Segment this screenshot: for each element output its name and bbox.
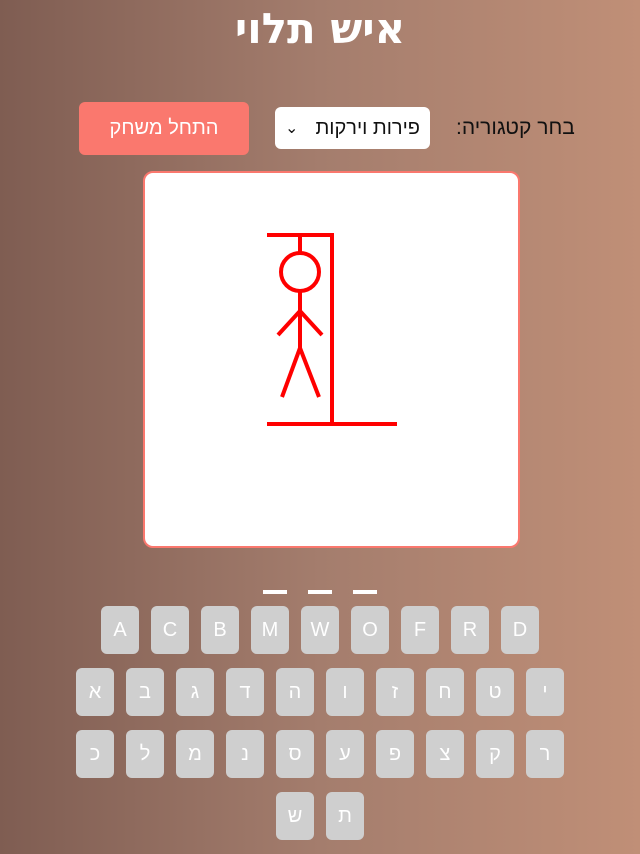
letter-key[interactable]: C	[151, 606, 189, 654]
hangman-left-leg	[280, 347, 302, 398]
hangman-board	[143, 171, 520, 548]
letter-key[interactable]: ד	[226, 668, 264, 716]
letter-key[interactable]: ס	[276, 730, 314, 778]
word-slot	[308, 590, 332, 594]
letter-key[interactable]: O	[351, 606, 389, 654]
start-game-button[interactable]: התחל משחק	[79, 102, 249, 155]
keyboard-row: אבגדהוזחטי	[0, 668, 640, 716]
hangman-head	[279, 251, 321, 293]
letter-key[interactable]: ג	[176, 668, 214, 716]
letter-key[interactable]: ט	[476, 668, 514, 716]
word-slot	[263, 590, 287, 594]
letter-key[interactable]: ר	[526, 730, 564, 778]
letter-key[interactable]: B	[201, 606, 239, 654]
letter-key[interactable]: ע	[326, 730, 364, 778]
hangman-left-arm	[276, 309, 302, 337]
page-title: איש תלוי	[234, 4, 406, 53]
chevron-down-icon: ⌄	[285, 120, 299, 137]
controls-bar: התחל משחק פירות וירקות ⌄ בחר קטגוריה:	[79, 102, 599, 155]
category-label: בחר קטגוריה:	[456, 116, 575, 139]
category-select-value: פירות וירקות	[315, 116, 420, 139]
word-slots	[0, 590, 640, 596]
hangman-right-arm	[298, 309, 324, 337]
letter-key[interactable]: ש	[276, 792, 314, 840]
letter-key[interactable]: י	[526, 668, 564, 716]
letter-key[interactable]: R	[451, 606, 489, 654]
letter-key[interactable]: כ	[76, 730, 114, 778]
letter-key[interactable]: ק	[476, 730, 514, 778]
letter-key[interactable]: א	[76, 668, 114, 716]
category-select[interactable]: פירות וירקות ⌄	[275, 107, 430, 149]
letter-key[interactable]: F	[401, 606, 439, 654]
letter-key[interactable]: נ	[226, 730, 264, 778]
letter-key[interactable]: ת	[326, 792, 364, 840]
hangman-drawing	[267, 233, 397, 426]
letter-key[interactable]: ב	[126, 668, 164, 716]
letter-key[interactable]: ו	[326, 668, 364, 716]
letter-key[interactable]: D	[501, 606, 539, 654]
letter-key[interactable]: ל	[126, 730, 164, 778]
letter-keyboard: ACBMWOFRD אבגדהוזחטי כלמנסעפצקר שת	[0, 606, 640, 854]
keyboard-row: שת	[0, 792, 640, 840]
keyboard-row: ACBMWOFRD	[0, 606, 640, 654]
letter-key[interactable]: ה	[276, 668, 314, 716]
letter-key[interactable]: ח	[426, 668, 464, 716]
letter-key[interactable]: M	[251, 606, 289, 654]
word-slot	[353, 590, 377, 594]
letter-key[interactable]: A	[101, 606, 139, 654]
hangman-right-leg	[298, 347, 321, 398]
letter-key[interactable]: W	[301, 606, 339, 654]
keyboard-row: כלמנסעפצקר	[0, 730, 640, 778]
letter-key[interactable]: מ	[176, 730, 214, 778]
letter-key[interactable]: צ	[426, 730, 464, 778]
letter-key[interactable]: ז	[376, 668, 414, 716]
letter-key[interactable]: פ	[376, 730, 414, 778]
